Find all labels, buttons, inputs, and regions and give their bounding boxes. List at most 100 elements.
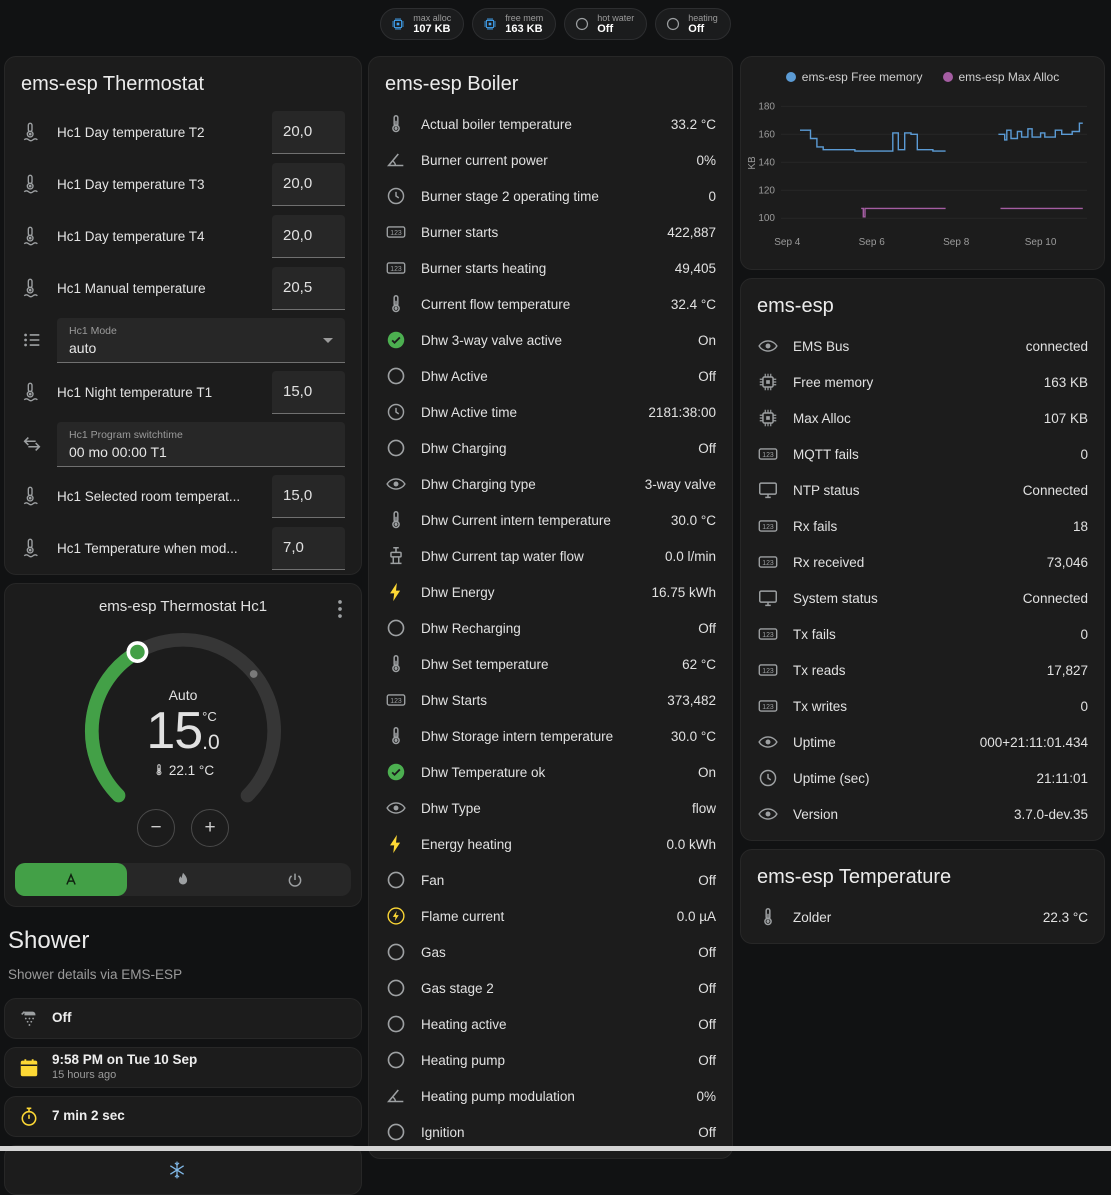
entity-row[interactable]: Gas Off [369,934,732,970]
entity-row[interactable]: Heating pump Off [369,1042,732,1078]
entity-row[interactable]: Ignition Off [369,1114,732,1150]
increase-temp-button[interactable]: + [191,809,229,847]
status-chip[interactable]: max alloc 107 KB [380,8,464,40]
entity-row[interactable]: Burner stage 2 operating time 0 [369,178,732,214]
entity-row[interactable]: Free memory 163 KB [741,364,1104,400]
pump-icon [385,545,407,567]
entity-row[interactable]: Dhw Recharging Off [369,610,732,646]
circle-icon [385,941,407,963]
entity-row[interactable]: Fan Off [369,862,732,898]
entity-row[interactable]: Uptime 000+21:11:01.434 [741,724,1104,760]
entity-row[interactable]: Current flow temperature 32.4 °C [369,286,732,322]
entity-row[interactable]: Dhw Storage intern temperature 30.0 °C [369,718,732,754]
entity-value: Off [698,1017,716,1032]
mode-select[interactable]: Hc1 Mode auto [57,318,345,363]
legend-item[interactable]: ems-esp Max Alloc [943,70,1060,84]
entity-label: Burner starts [421,225,653,240]
circle-icon [385,1049,407,1071]
shower-section-subtitle: Shower details via EMS-ESP [8,967,358,982]
number-input[interactable] [272,215,345,258]
entity-row[interactable]: Dhw Active time 2181:38:00 [369,394,732,430]
entity-row[interactable]: Flame current 0.0 µA [369,898,732,934]
legend-item[interactable]: ems-esp Free memory [786,70,923,84]
entity-value: 0% [696,153,716,168]
number-input[interactable] [272,267,345,310]
entity-row[interactable]: Dhw Set temperature 62 °C [369,646,732,682]
boiler-card: ems-esp Boiler Actual boiler temperature… [368,56,733,1159]
entity-row[interactable]: Dhw 3-way valve active On [369,322,732,358]
svg-text:123: 123 [762,704,774,711]
text-field[interactable]: Hc1 Program switchtime 00 mo 00:00 T1 [57,422,345,467]
circle-icon [385,869,407,891]
svg-text:Sep 6: Sep 6 [859,237,886,248]
entity-row[interactable]: 123 Tx reads 17,827 [741,652,1104,688]
entity-row[interactable]: 123 Tx writes 0 [741,688,1104,724]
entity-row[interactable]: Dhw Current tap water flow 0.0 l/min [369,538,732,574]
entity-row[interactable]: Dhw Charging type 3-way valve [369,466,732,502]
entity-row[interactable]: Burner current power 0% [369,142,732,178]
shower-item[interactable] [4,1145,362,1195]
entity-label: Burner stage 2 operating time [421,189,694,204]
entity-value: On [698,765,716,780]
entity-row[interactable]: Zolder 22.3 °C [741,899,1104,935]
hvac-mode-button[interactable] [127,863,239,896]
thermometer-water-icon [21,173,43,195]
number-input[interactable] [272,475,345,518]
entity-row[interactable]: Dhw Type flow [369,790,732,826]
hvac-mode-button[interactable] [239,863,351,896]
entity-row[interactable]: Gas stage 2 Off [369,970,732,1006]
shower-item[interactable]: 7 min 2 sec [4,1096,362,1137]
entity-row[interactable]: 123 Rx fails 18 [741,508,1104,544]
entity-row[interactable]: Max Alloc 107 KB [741,400,1104,436]
entity-label: Dhw Active [421,369,684,384]
monitor-icon [757,479,779,501]
entity-row[interactable]: Dhw Current intern temperature 30.0 °C [369,502,732,538]
entity-row[interactable]: Dhw Active Off [369,358,732,394]
entity-row[interactable]: Heating active Off [369,1006,732,1042]
entity-value: 107 KB [1044,411,1088,426]
entity-row[interactable]: Actual boiler temperature 33.2 °C [369,106,732,142]
entity-row[interactable]: Uptime (sec) 21:11:01 [741,760,1104,796]
entity-row[interactable]: 123 Tx fails 0 [741,616,1104,652]
chip-label: free mem [505,13,543,23]
entity-label: Rx fails [793,519,1059,534]
thermostat-settings-card: ems-esp Thermostat Hc1 Day temperature T… [4,56,362,575]
entity-row[interactable]: 123 Dhw Starts 373,482 [369,682,732,718]
entity-row[interactable]: Dhw Temperature ok On [369,754,732,790]
temperature-card: ems-esp Temperature Zolder 22.3 °C [740,849,1105,944]
status-chip[interactable]: heating Off [655,8,731,40]
entity-row[interactable]: EMS Bus connected [741,328,1104,364]
entity-row[interactable]: System status Connected [741,580,1104,616]
entity-row[interactable]: Heating pump modulation 0% [369,1078,732,1114]
boiler-rows: Actual boiler temperature 33.2 °C Burner… [369,106,732,1150]
entity-row[interactable]: Version 3.7.0-dev.35 [741,796,1104,832]
shower-item[interactable]: 9:58 PM on Tue 10 Sep 15 hours ago [4,1047,362,1088]
hvac-mode-button[interactable] [15,863,127,896]
number-input[interactable] [272,527,345,570]
monitor-icon [757,587,779,609]
number-input[interactable] [272,371,345,414]
entity-row[interactable]: 123 Burner starts 422,887 [369,214,732,250]
entity-row[interactable]: Dhw Charging Off [369,430,732,466]
thermometer-icon [385,509,407,531]
entity-row[interactable]: 123 MQTT fails 0 [741,436,1104,472]
eye-icon [385,473,407,495]
entity-label: Dhw Charging type [421,477,631,492]
thermometer-icon [385,293,407,315]
entity-value: Connected [1023,483,1088,498]
entity-row[interactable]: 123 Burner starts heating 49,405 [369,250,732,286]
status-chip[interactable]: hot water Off [564,8,647,40]
card-title: ems-esp Temperature [741,850,1104,899]
entity-row[interactable]: Dhw Energy 16.75 kWh [369,574,732,610]
number-input[interactable] [272,111,345,154]
entity-row[interactable]: 123 Rx received 73,046 [741,544,1104,580]
entity-row[interactable]: NTP status Connected [741,472,1104,508]
entity-row[interactable]: Energy heating 0.0 kWh [369,826,732,862]
entity-label: Zolder [793,910,1029,925]
decrease-temp-button[interactable]: − [137,809,175,847]
setting-label: Hc1 Temperature when mod... [57,541,258,556]
more-menu-icon[interactable] [327,596,353,622]
number-input[interactable] [272,163,345,206]
status-chip[interactable]: free mem 163 KB [472,8,556,40]
shower-item[interactable]: Off [4,998,362,1039]
